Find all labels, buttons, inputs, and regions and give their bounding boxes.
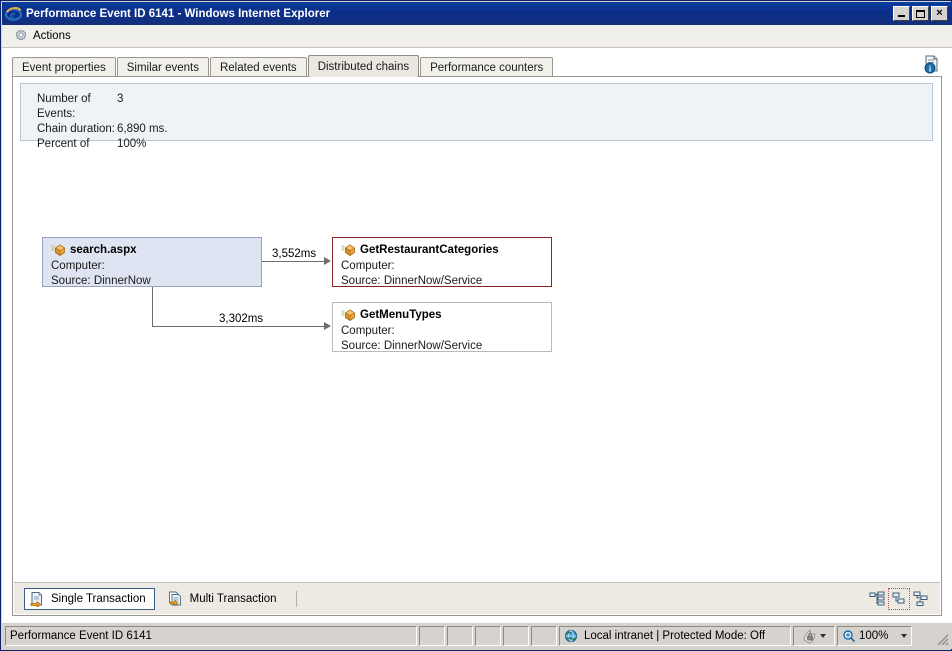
edge-arrowhead [324, 257, 331, 265]
cube-icon [341, 244, 356, 257]
hierarchy-layout-icon[interactable] [910, 588, 932, 610]
status-cell [419, 626, 445, 646]
tab-performance-counters[interactable]: Performance counters [420, 57, 553, 77]
window-title: Performance Event ID 6141 - Windows Inte… [26, 8, 893, 20]
status-cell [531, 626, 557, 646]
cube-icon [51, 244, 66, 257]
chain-diagram-canvas: 3,552ms 3,302ms [14, 147, 940, 547]
status-message: Performance Event ID 6141 [5, 626, 417, 646]
edge-line-horizontal [262, 261, 324, 262]
gear-icon [14, 29, 28, 43]
edge-label-3552ms: 3,552ms [270, 248, 318, 260]
summary-row: Number of Events: 3 [37, 92, 932, 122]
edge-line-vertical [152, 287, 153, 326]
diagram-toolbar: Single Transaction Multi Transaction [14, 582, 940, 614]
close-icon: × [932, 7, 947, 20]
tab-related-events-label: Related events [220, 62, 297, 74]
tab-performance-counters-label: Performance counters [430, 62, 543, 74]
security-zone-indicator[interactable]: Local intranet | Protected Mode: Off [559, 626, 791, 646]
menu-bar: Actions [2, 25, 952, 48]
summary-label-number-of-events: Number of Events: [37, 92, 117, 122]
tab-distributed-chains[interactable]: Distributed chains [308, 55, 419, 77]
globe-icon [564, 629, 579, 644]
chevron-down-icon[interactable] [820, 634, 826, 638]
multi-transaction-icon [168, 591, 184, 607]
chain-node-source: Source: DinnerNow/Service [341, 339, 551, 354]
edge-label-3302ms: 3,302ms [217, 313, 265, 325]
distributed-chains-panel: Number of Events: 3 Chain duration: 6,89… [12, 76, 942, 616]
status-cell [447, 626, 473, 646]
tab-similar-events[interactable]: Similar events [117, 57, 209, 77]
chain-node-computer: Computer: [341, 324, 551, 339]
chain-node-get-menu-types[interactable]: GetMenuTypes Computer: Source: DinnerNow… [332, 302, 552, 352]
status-cell [475, 626, 501, 646]
status-bar: Performance Event ID 6141 Local intranet… [2, 623, 952, 649]
security-zone-label: Local intranet | Protected Mode: Off [584, 630, 765, 642]
tab-distributed-chains-label: Distributed chains [318, 61, 409, 73]
single-transaction-icon [29, 591, 45, 607]
summary-row: Chain duration: 6,890 ms. [37, 122, 932, 137]
svg-text:e: e [10, 7, 16, 21]
window-buttons: × [893, 6, 950, 21]
close-button[interactable]: × [931, 6, 948, 21]
protected-mode-button[interactable] [793, 626, 835, 646]
multi-transaction-button[interactable]: Multi Transaction [163, 588, 286, 610]
chain-node-source: Source: DinnerNow [51, 274, 261, 289]
chain-node-title-label: GetMenuTypes [360, 308, 442, 322]
chain-node-title-label: GetRestaurantCategories [360, 243, 499, 257]
chain-node-computer: Computer: [51, 259, 261, 274]
page-body: i Event properties Similar events Relate… [2, 48, 952, 624]
chain-node-title: search.aspx [51, 243, 261, 257]
summary-value-chain-duration: 6,890 ms. [117, 122, 168, 137]
cube-icon [341, 309, 356, 322]
chain-summary: Number of Events: 3 Chain duration: 6,89… [20, 83, 933, 141]
title-bar: e Performance Event ID 6141 - Windows In… [2, 2, 952, 25]
summary-value-number-of-events: 3 [117, 92, 123, 122]
resize-grip[interactable] [914, 626, 949, 646]
zoom-control[interactable]: 100% [837, 626, 912, 646]
menu-item-actions[interactable]: Actions [10, 28, 75, 44]
edge-line-horizontal [152, 326, 324, 327]
tab-related-events[interactable]: Related events [210, 57, 307, 77]
minimize-button[interactable] [893, 6, 910, 21]
tab-similar-events-label: Similar events [127, 62, 199, 74]
menu-item-actions-label: Actions [33, 30, 71, 42]
magnifier-icon [842, 629, 856, 643]
chain-node-get-restaurant-categories[interactable]: GetRestaurantCategories Computer: Source… [332, 237, 552, 287]
edge-arrowhead [324, 322, 331, 330]
single-transaction-label: Single Transaction [51, 593, 146, 605]
chain-node-source: Source: DinnerNow/Service [341, 274, 551, 289]
tab-event-properties-label: Event properties [22, 62, 106, 74]
chain-node-computer: Computer: [341, 259, 551, 274]
status-cell [503, 626, 529, 646]
tab-event-properties[interactable]: Event properties [12, 57, 116, 77]
ie-logo-icon: e [5, 5, 22, 22]
lock-icon [802, 629, 817, 644]
single-transaction-button[interactable]: Single Transaction [24, 588, 155, 610]
toolbar-separator [296, 591, 297, 607]
summary-label-chain-duration: Chain duration: [37, 122, 117, 137]
tab-strip: Event properties Similar events Related … [12, 55, 942, 77]
tree-layout-icon[interactable] [866, 588, 888, 610]
chain-node-search-aspx[interactable]: search.aspx Computer: Source: DinnerNow [42, 237, 262, 287]
chevron-down-icon[interactable] [901, 634, 907, 638]
compact-layout-icon[interactable] [888, 588, 910, 610]
chain-node-title-label: search.aspx [70, 243, 137, 257]
zoom-level-label: 100% [859, 630, 888, 642]
chain-node-title: GetRestaurantCategories [341, 243, 551, 257]
multi-transaction-label: Multi Transaction [190, 593, 277, 605]
ie-window: e Performance Event ID 6141 - Windows In… [0, 0, 952, 651]
maximize-button[interactable] [912, 6, 929, 21]
chain-node-title: GetMenuTypes [341, 308, 551, 322]
